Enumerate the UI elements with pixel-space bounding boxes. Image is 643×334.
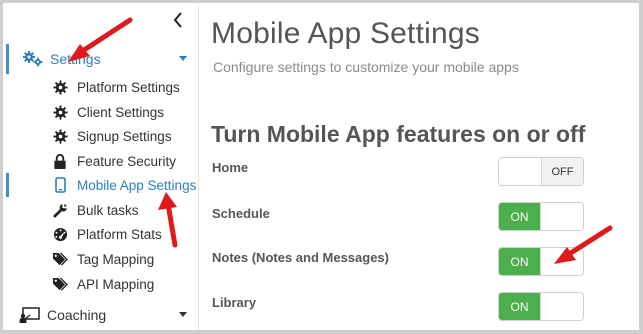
sidebar-item-platform-stats[interactable]: Platform Stats: [6, 222, 199, 246]
sidebar-item-coaching-label: Coaching: [47, 307, 107, 323]
sidebar-item-feature-security[interactable]: Feature Security: [6, 149, 199, 173]
feature-label-library: Library: [212, 295, 257, 310]
mobile-icon: [52, 177, 68, 193]
caret-down-icon: [179, 312, 187, 317]
sidebar-item-label: Platform Settings: [77, 79, 180, 95]
sidebar-item-label: API Mapping: [77, 276, 155, 292]
presentation-icon: [19, 307, 43, 323]
sidebar-item-mobile-app-settings[interactable]: Mobile App Settings: [6, 173, 199, 197]
toggle-handle: [540, 248, 583, 275]
notes-toggle[interactable]: ON: [498, 247, 584, 276]
sidebar: Settings Platform Settings Client Settin…: [6, 6, 199, 330]
lock-icon: [52, 153, 68, 169]
section-title: Turn Mobile App features on or off: [211, 121, 586, 147]
feature-label-notes: Notes (Notes and Messages): [212, 250, 389, 265]
home-toggle[interactable]: OFF: [498, 157, 584, 186]
toggle-handle: [499, 158, 542, 185]
chevron-left-icon[interactable]: [169, 10, 189, 30]
dashboard-icon: [52, 227, 68, 242]
main-content: Mobile App Settings Configure settings t…: [211, 3, 639, 330]
toggle-state-label: ON: [499, 203, 541, 230]
sidebar-item-settings-label: Settings: [50, 51, 101, 67]
gear-icon: [52, 104, 68, 120]
tags-icon: [52, 251, 68, 267]
toggle-handle: [540, 293, 583, 320]
sidebar-item-label: Feature Security: [77, 153, 177, 169]
page-subtitle: Configure settings to customize your mob…: [213, 59, 519, 75]
wrench-icon: [52, 202, 68, 218]
app-frame: Settings Platform Settings Client Settin…: [0, 0, 643, 334]
sidebar-item-label: Mobile App Settings: [77, 177, 197, 193]
feature-label-schedule: Schedule: [212, 206, 270, 221]
toggle-state-label: ON: [499, 248, 541, 275]
schedule-toggle[interactable]: ON: [498, 202, 584, 231]
toggle-state-label: OFF: [541, 158, 583, 185]
sidebar-item-label: Signup Settings: [77, 128, 172, 144]
sidebar-item-label: Tag Mapping: [77, 251, 155, 267]
caret-down-icon: [179, 56, 187, 61]
sidebar-item-client-settings[interactable]: Client Settings: [6, 100, 199, 124]
gear-icon: [52, 128, 68, 144]
sidebar-item-platform-settings[interactable]: Platform Settings: [6, 75, 199, 99]
cogs-icon: [22, 51, 46, 67]
sidebar-item-signup-settings[interactable]: Signup Settings: [6, 124, 199, 148]
toggle-handle: [540, 203, 583, 230]
feature-label-home: Home: [212, 160, 249, 175]
tags-icon: [52, 276, 68, 292]
library-toggle[interactable]: ON: [498, 292, 584, 321]
sidebar-item-api-mapping[interactable]: API Mapping: [6, 272, 199, 296]
sidebar-item-settings[interactable]: Settings: [6, 44, 199, 74]
page-title: Mobile App Settings: [211, 17, 480, 50]
sidebar-item-tag-mapping[interactable]: Tag Mapping: [6, 247, 199, 271]
toggle-state-label: ON: [499, 293, 541, 320]
sidebar-item-coaching[interactable]: Coaching: [6, 300, 199, 330]
sidebar-item-label: Client Settings: [77, 104, 165, 120]
sidebar-item-label: Platform Stats: [77, 226, 162, 242]
gear-icon: [52, 79, 68, 95]
sidebar-item-bulk-tasks[interactable]: Bulk tasks: [6, 198, 199, 222]
sidebar-item-label: Bulk tasks: [77, 202, 139, 218]
